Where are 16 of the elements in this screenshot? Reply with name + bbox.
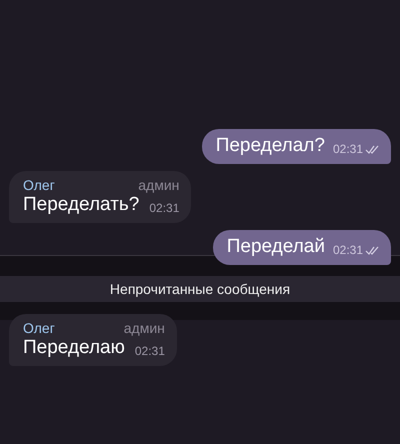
message-text: Переделаю bbox=[23, 337, 125, 359]
outgoing-message-bubble[interactable]: Переделай 02:31 bbox=[212, 230, 391, 265]
incoming-message-bubble[interactable]: Олег админ Переделаю 02:31 bbox=[9, 314, 177, 366]
message-text: Переделал? bbox=[216, 135, 325, 157]
message-time: 02:31 bbox=[134, 344, 165, 359]
outgoing-message-bubble[interactable]: Переделал? 02:31 bbox=[202, 129, 391, 164]
message-text: Переделать? bbox=[23, 194, 140, 216]
incoming-message-bubble[interactable]: Олег админ Переделать? 02:31 bbox=[9, 171, 192, 223]
sender-role: админ bbox=[124, 320, 165, 336]
message-time: 02:31 bbox=[149, 201, 180, 216]
message-time: 02:31 bbox=[332, 243, 363, 257]
message-time: 02:31 bbox=[332, 142, 363, 156]
sender-name[interactable]: Олег bbox=[23, 177, 55, 193]
message-text: Переделай bbox=[226, 236, 325, 258]
sender-role: админ bbox=[138, 177, 180, 193]
sender-name[interactable]: Олег bbox=[23, 320, 55, 336]
